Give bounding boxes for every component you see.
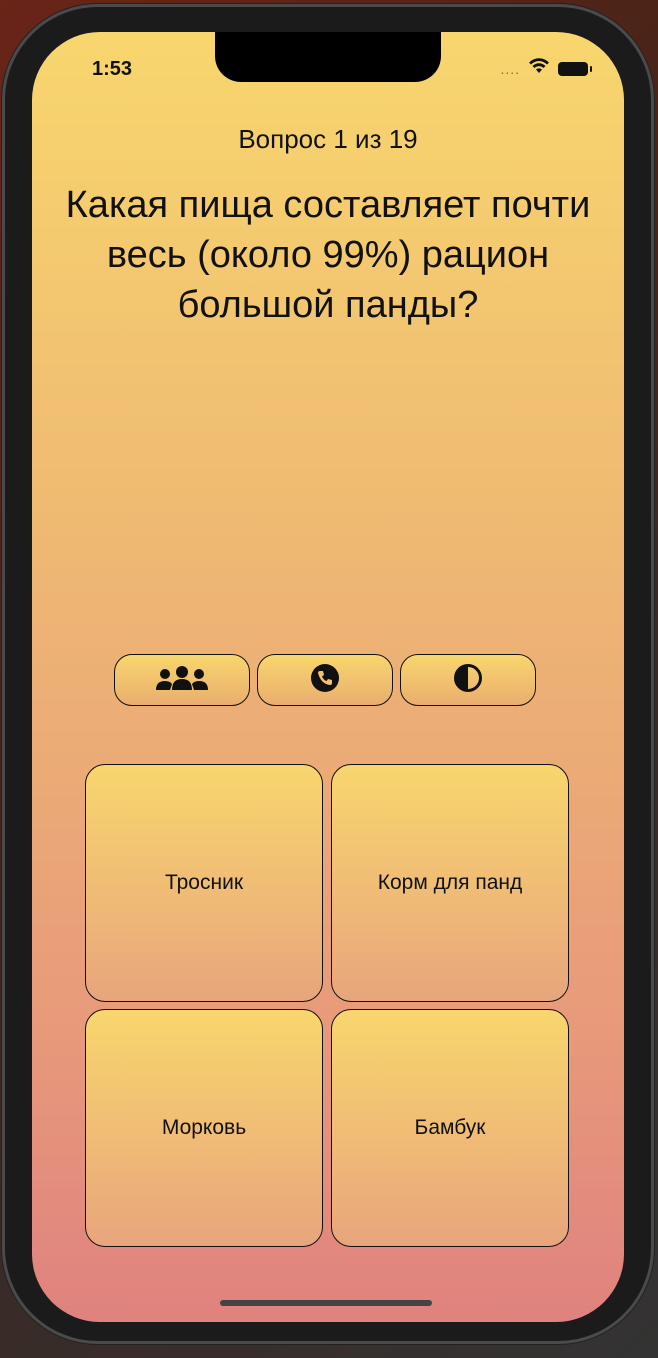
audience-help-button[interactable]: [114, 654, 250, 706]
phone-call-icon: [310, 663, 340, 698]
call-friend-button[interactable]: [257, 654, 393, 706]
home-indicator[interactable]: [220, 1300, 432, 1306]
app-screen: 1:53 .... Вопрос 1 из 19 Какая пища сост…: [32, 32, 624, 1322]
wifi-icon: [528, 58, 550, 79]
battery-icon: [558, 61, 592, 76]
fifty-fifty-button[interactable]: [400, 654, 536, 706]
signal-icon: ....: [500, 60, 520, 77]
answer-label: Морковь: [161, 1116, 247, 1139]
answer-label: Бамбук: [414, 1116, 486, 1139]
answer-button-a[interactable]: Тросник: [85, 764, 323, 1002]
answer-button-b[interactable]: Корм для панд: [331, 764, 569, 1002]
status-time: 1:53: [92, 58, 133, 80]
answer-button-c[interactable]: Морковь: [85, 1009, 323, 1247]
answer-label: Тросник: [164, 871, 244, 894]
status-icons: ....: [500, 58, 592, 79]
fifty-fifty-icon: [453, 663, 483, 698]
question-counter: Вопрос 1 из 19: [238, 124, 418, 154]
answer-label: Корм для панд: [377, 871, 523, 894]
answer-button-d[interactable]: Бамбук: [331, 1009, 569, 1247]
audience-icon: [154, 665, 210, 696]
answers-grid: Тросник Корм для панд Морковь Бамбук: [85, 764, 569, 1247]
lifelines-row: [114, 654, 536, 706]
question-text: Какая пища составляет почти весь (около …: [65, 184, 591, 326]
phone-frame: 1:53 .... Вопрос 1 из 19 Какая пища сост…: [2, 4, 654, 1344]
notch: [215, 32, 441, 82]
